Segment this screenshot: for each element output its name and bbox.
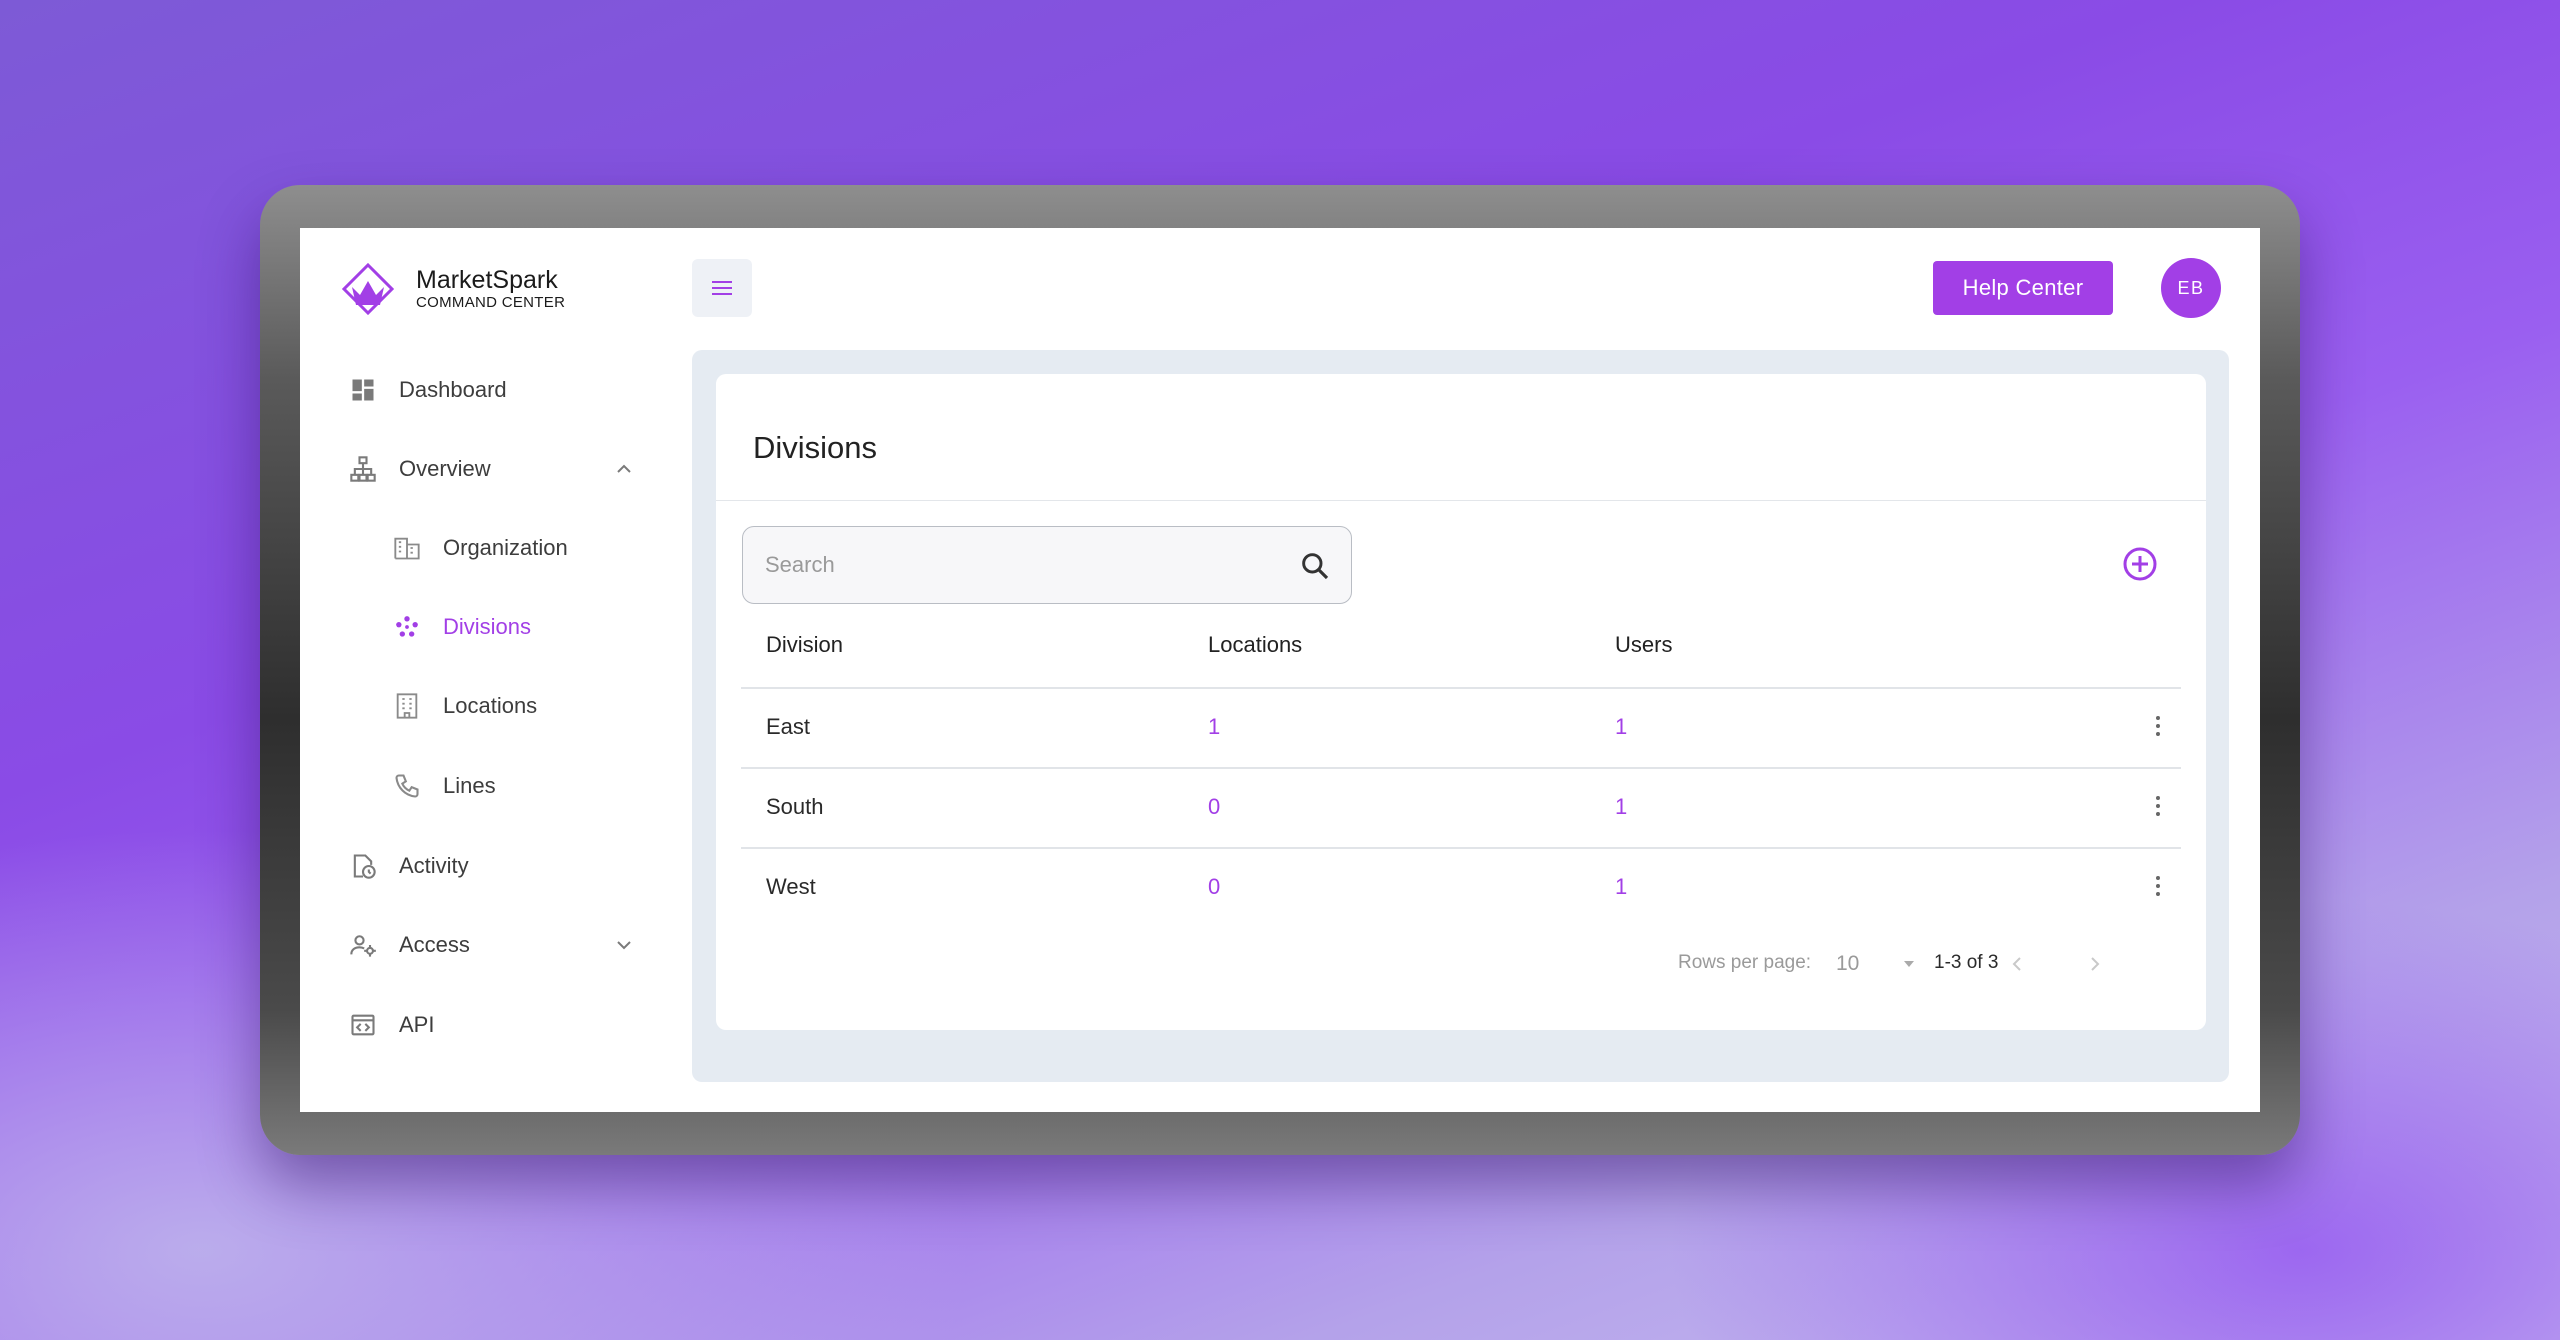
menu-toggle-button[interactable] [692,259,752,317]
division-name-cell[interactable]: East [766,714,810,740]
sidebar-item-lines[interactable]: Lines [391,758,496,814]
building-icon [391,532,423,564]
sitemap-icon [347,453,379,485]
sidebar-item-api[interactable]: API [347,997,434,1053]
sidebar-item-locations[interactable]: Locations [391,678,537,734]
divisions-icon [391,611,423,643]
marketspark-logo-icon [342,263,394,315]
app-window: MarketSpark COMMAND CENTER Dashboard Ove… [300,228,2260,1112]
phone-icon [391,770,423,802]
column-header-users[interactable]: Users [1615,632,1672,658]
help-center-button[interactable]: Help Center [1933,261,2113,315]
users-count-cell[interactable]: 1 [1615,874,1627,900]
search-box[interactable] [742,526,1352,604]
division-name-cell[interactable]: South [766,794,824,820]
app-logo[interactable]: MarketSpark COMMAND CENTER [342,263,565,315]
column-header-division[interactable]: Division [766,632,843,658]
users-cog-icon [347,929,379,961]
search-icon[interactable] [1299,550,1331,582]
column-header-locations[interactable]: Locations [1208,632,1302,658]
divisions-card: Divisions Division Locations Users East … [716,374,2206,1030]
divider [716,500,2206,501]
sidebar-item-label: Activity [399,853,469,878]
sidebar-item-label: Lines [443,773,496,798]
sidebar-item-label: Access [399,932,470,957]
sidebar-item-label: API [399,1012,435,1037]
sidebar-item-label: Overview [399,456,491,481]
sidebar-item-divisions[interactable]: Divisions [391,599,531,655]
table-header-divider [741,687,2181,689]
user-avatar[interactable]: EB [2161,258,2221,318]
sidebar-item-label: Locations [443,693,538,718]
locations-count-cell[interactable]: 1 [1208,714,1220,740]
search-input[interactable] [765,527,1265,603]
users-count-cell[interactable]: 1 [1615,794,1627,820]
rows-per-page-select[interactable]: 10 [1836,952,1859,976]
rows-per-page-label: Rows per page: [1678,952,1812,973]
chevron-up-icon [617,464,631,473]
previous-page-icon[interactable] [2008,954,2028,974]
sidebar-item-dashboard[interactable]: Dashboard [347,362,507,418]
table-row-divider [741,847,2181,849]
row-actions-icon[interactable] [2154,714,2162,738]
sidebar-item-label: Organization [443,535,568,560]
code-box-icon [347,1009,379,1041]
locations-count-cell[interactable]: 0 [1208,874,1220,900]
app-name: MarketSpark [416,266,558,294]
page-title: Divisions [753,430,878,465]
row-actions-icon[interactable] [2154,794,2162,818]
chevron-down-icon [617,941,631,950]
sidebar-item-label: Divisions [443,614,532,639]
division-name-cell[interactable]: West [766,874,816,900]
locations-count-cell[interactable]: 0 [1208,794,1220,820]
sidebar-item-overview[interactable]: Overview [347,441,647,497]
sidebar-item-organization[interactable]: Organization [391,520,568,576]
sidebar-item-access[interactable]: Access [347,917,647,973]
users-count-cell[interactable]: 1 [1615,714,1627,740]
add-division-button[interactable] [2122,546,2158,582]
dashboard-icon [347,374,379,406]
sidebar-item-label: Dashboard [399,377,507,402]
row-actions-icon[interactable] [2154,874,2162,898]
office-building-icon [391,690,423,722]
hamburger-menu-icon [712,281,732,295]
next-page-icon[interactable] [2084,954,2104,974]
pagination-range: 1-3 of 3 [1934,952,1999,973]
app-subtitle: COMMAND CENTER [416,294,566,311]
dropdown-arrow-icon[interactable] [1902,959,1916,969]
sidebar-item-activity[interactable]: Activity [347,838,469,894]
file-clock-icon [347,850,379,882]
table-row-divider [741,767,2181,769]
